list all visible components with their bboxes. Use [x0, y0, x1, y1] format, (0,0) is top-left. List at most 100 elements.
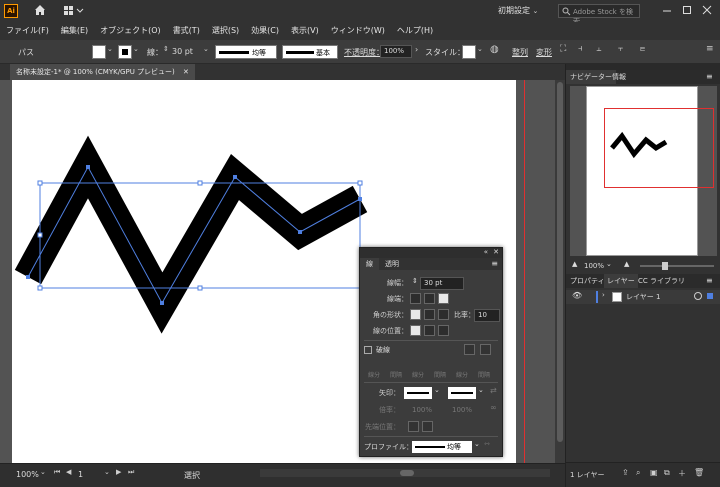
- transform-button[interactable]: 変形: [536, 47, 552, 58]
- menu-edit[interactable]: 編集(E): [55, 22, 94, 40]
- miter-limit-field[interactable]: 10: [474, 309, 500, 322]
- chevron-down-icon[interactable]: ⌄: [434, 386, 440, 394]
- opacity-input[interactable]: 100%: [380, 45, 412, 58]
- link-icon[interactable]: ∞: [490, 403, 497, 412]
- last-artboard-icon[interactable]: ⏭: [128, 468, 134, 477]
- flip-profile-icon[interactable]: ⇿: [484, 440, 490, 448]
- menu-help[interactable]: ヘルプ(H): [391, 22, 439, 40]
- menu-object[interactable]: オブジェクト(O): [94, 22, 167, 40]
- tab-transparency[interactable]: 透明: [379, 258, 405, 270]
- tab-libraries[interactable]: CC ライブラリ: [638, 274, 685, 288]
- chevron-down-icon[interactable]: ⌄: [203, 45, 209, 53]
- arrow-extend-button[interactable]: [408, 421, 419, 432]
- dash-align-button[interactable]: [480, 344, 491, 355]
- layer-row[interactable]: 👁 › レイヤー 1: [566, 290, 720, 304]
- swap-arrowheads-icon[interactable]: ⇄: [490, 386, 497, 395]
- panel-menu-icon[interactable]: ≡: [706, 44, 714, 54]
- menu-window[interactable]: ウィンドウ(W): [325, 22, 391, 40]
- workspace-switcher[interactable]: 初期設定 ⌄: [498, 5, 556, 18]
- eye-icon[interactable]: 👁: [572, 291, 582, 300]
- navigator-preview[interactable]: [570, 86, 717, 256]
- graphic-style-swatch[interactable]: [462, 45, 476, 59]
- end-scale-field[interactable]: 100%: [452, 403, 472, 417]
- tab-stroke[interactable]: 線: [360, 258, 379, 270]
- close-button[interactable]: [700, 3, 714, 17]
- selection-indicator[interactable]: [707, 293, 713, 299]
- first-artboard-icon[interactable]: ⏮: [54, 468, 60, 477]
- menu-file[interactable]: ファイル(F): [0, 22, 55, 40]
- bevel-join-button[interactable]: [438, 309, 449, 320]
- recolor-icon[interactable]: ◍: [490, 44, 499, 55]
- previous-artboard-icon[interactable]: ◀: [66, 468, 71, 476]
- expand-arrow-icon[interactable]: ›: [602, 291, 605, 299]
- start-scale-field[interactable]: 100%: [412, 403, 432, 417]
- end-arrowhead-select[interactable]: [448, 387, 476, 399]
- isolate-icon[interactable]: ⛶: [560, 44, 566, 54]
- minimize-button[interactable]: [660, 3, 674, 17]
- layer-name[interactable]: レイヤー 1: [626, 292, 660, 302]
- panel-drag-bar[interactable]: « ✕: [360, 248, 502, 258]
- profile-select[interactable]: 均等: [412, 441, 472, 453]
- zoom-out-icon[interactable]: ▲: [572, 260, 577, 268]
- target-icon[interactable]: [694, 292, 702, 300]
- stroke-swatch[interactable]: [118, 45, 132, 59]
- chevron-down-icon[interactable]: ⌄: [474, 440, 480, 448]
- menu-effect[interactable]: 効果(C): [245, 22, 285, 40]
- chevron-down-icon[interactable]: ⌄: [133, 45, 139, 53]
- chevron-down-icon[interactable]: ⌄: [104, 468, 110, 476]
- align-outside-stroke-button[interactable]: [438, 325, 449, 336]
- miter-join-button[interactable]: [410, 309, 421, 320]
- start-arrowhead-select[interactable]: [404, 387, 432, 399]
- stepper-icon[interactable]: ⇕: [163, 45, 169, 53]
- align-inside-stroke-button[interactable]: [424, 325, 435, 336]
- round-join-button[interactable]: [424, 309, 435, 320]
- horizontal-scrollbar[interactable]: [260, 469, 550, 477]
- chevron-down-icon[interactable]: ⌄: [606, 260, 612, 268]
- align-left-icon[interactable]: ⫞: [578, 44, 583, 54]
- distribute-icon[interactable]: ⫢: [640, 44, 645, 54]
- locate-object-icon[interactable]: ⌕: [636, 468, 640, 478]
- menu-select[interactable]: 選択(S): [206, 22, 245, 40]
- zoom-in-icon[interactable]: ▲: [624, 260, 629, 268]
- next-artboard-icon[interactable]: ▶: [116, 468, 121, 476]
- tab-navigator[interactable]: ナビゲーター: [566, 70, 616, 84]
- navigator-zoom-value[interactable]: 100%: [584, 262, 604, 270]
- arrow-place-button[interactable]: [422, 421, 433, 432]
- home-icon[interactable]: [34, 4, 46, 16]
- new-layer-icon[interactable]: ＋: [678, 468, 686, 479]
- align-center-stroke-button[interactable]: [410, 325, 421, 336]
- trash-icon[interactable]: 🗑: [694, 468, 704, 477]
- menu-type[interactable]: 書式(T): [167, 22, 206, 40]
- export-icon[interactable]: ⇪: [622, 468, 629, 477]
- stroke-label[interactable]: 線：: [147, 47, 163, 58]
- align-button[interactable]: 整列: [512, 47, 528, 58]
- close-icon[interactable]: ✕: [183, 68, 189, 76]
- butt-cap-button[interactable]: [410, 293, 421, 304]
- chevron-down-icon[interactable]: ⌄: [107, 45, 113, 53]
- chevron-down-icon[interactable]: ⌄: [40, 468, 46, 476]
- opacity-label[interactable]: 不透明度：: [344, 47, 384, 58]
- clipping-mask-icon[interactable]: ▣: [650, 468, 658, 477]
- document-tab[interactable]: 名称未設定-1* @ 100% (CMYK/GPU プレビュー) ✕: [10, 64, 195, 80]
- tab-info[interactable]: 情報: [612, 70, 626, 84]
- tab-properties[interactable]: プロパティ: [570, 274, 605, 288]
- chevron-down-icon[interactable]: ⌄: [477, 45, 483, 53]
- artboard-number[interactable]: 1: [78, 470, 83, 479]
- stroke-weight-input[interactable]: 30 pt: [172, 47, 193, 56]
- fill-swatch[interactable]: [92, 45, 106, 59]
- brush-definition[interactable]: 基本: [282, 45, 338, 59]
- panel-menu-icon[interactable]: ≡: [491, 259, 498, 268]
- dash-preserve-button[interactable]: [464, 344, 475, 355]
- zoom-select[interactable]: 100%: [16, 470, 39, 479]
- projecting-cap-button[interactable]: [438, 293, 449, 304]
- round-cap-button[interactable]: [424, 293, 435, 304]
- maximize-button[interactable]: [680, 3, 694, 17]
- close-icon[interactable]: ✕: [493, 248, 499, 256]
- new-sublayer-icon[interactable]: ⧉: [664, 468, 670, 478]
- align-top-icon[interactable]: ⫟: [618, 44, 623, 54]
- arrange-documents-icon[interactable]: [64, 6, 84, 16]
- chevron-down-icon[interactable]: ⌄: [478, 386, 484, 394]
- zoom-slider[interactable]: [640, 262, 714, 270]
- menu-view[interactable]: 表示(V): [285, 22, 325, 40]
- stroke-weight-field[interactable]: 30 pt: [420, 277, 464, 290]
